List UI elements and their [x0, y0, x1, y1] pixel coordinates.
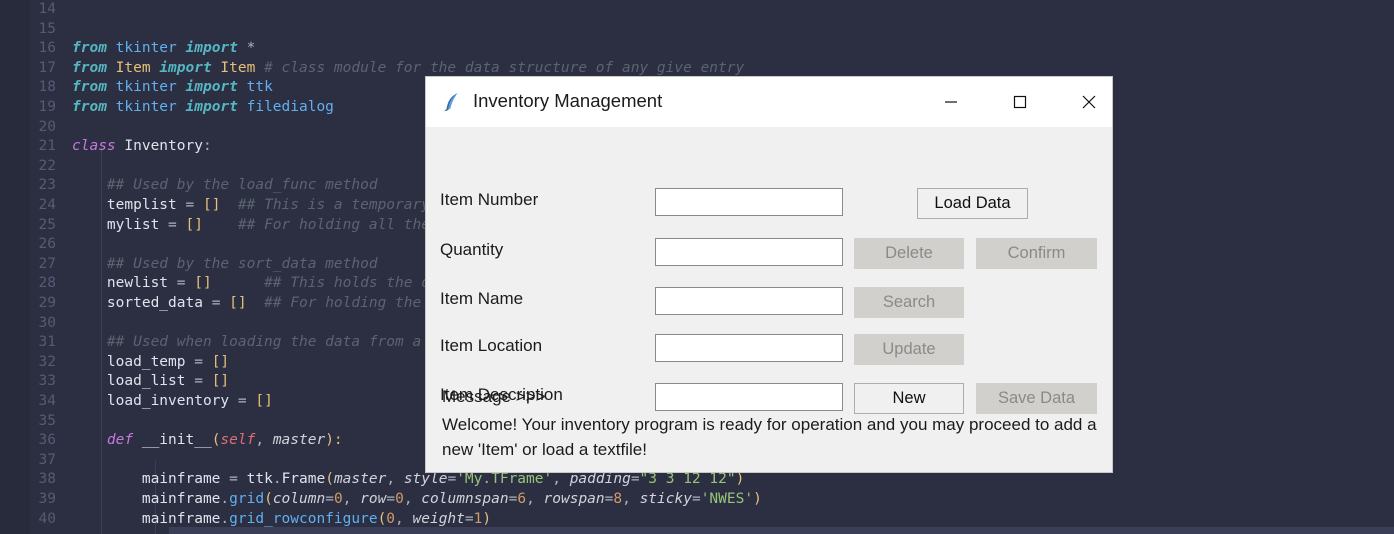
save-data-button: Save Data	[976, 383, 1097, 414]
line-number: 20	[38, 118, 56, 135]
line-number: 28	[38, 275, 56, 292]
line-number: 36	[38, 432, 56, 449]
line-number: 37	[38, 451, 56, 468]
minimize-button[interactable]	[928, 77, 974, 126]
input-item-name[interactable]	[655, 287, 843, 315]
tk-feather-icon	[441, 90, 465, 114]
close-button[interactable]	[1066, 77, 1112, 126]
input-item-number[interactable]	[655, 188, 843, 216]
line-number: 14	[38, 1, 56, 17]
line-number: 24	[38, 197, 56, 213]
line-source: mainframe = ttk.Frame(master, style='My.…	[141, 471, 745, 488]
line-number: 32	[38, 353, 56, 370]
line-source: from tkinter import *	[72, 40, 256, 57]
window-title: Inventory Management	[473, 90, 663, 111]
line-number: 23	[38, 177, 56, 194]
line-number: 30	[38, 314, 56, 331]
line-number: 40	[38, 510, 56, 527]
load-data-button[interactable]: Load Data	[917, 188, 1028, 219]
input-item-location[interactable]	[655, 334, 843, 362]
line-source: from tkinter import filedialog	[72, 99, 334, 115]
line-number: 34	[38, 393, 56, 409]
field-label-quantity: Quantity	[440, 240, 504, 259]
field-label-item-number: Item Number	[440, 190, 539, 209]
line-source: load_temp = []	[106, 353, 230, 370]
line-number: 26	[38, 236, 56, 253]
screen: 14 15 16 from tkinter import * 17 from Item i…	[0, 0, 1394, 534]
line-source: from tkinter import ttk	[72, 79, 273, 96]
horizontal-scrollbar[interactable]	[169, 527, 1394, 534]
line-source: ## Used by the sort_data method	[106, 255, 378, 272]
message-body-text: Welcome! Your inventory program is ready…	[442, 415, 1097, 459]
line-number: 19	[38, 99, 56, 115]
field-label-item-name: Item Name	[440, 289, 524, 308]
inventory-management-window[interactable]: Inventory Management Message >>> Welcome…	[425, 76, 1113, 473]
line-number: 31	[38, 334, 56, 351]
line-source: load_list = []	[106, 373, 230, 390]
line-source: class Inventory:	[72, 138, 212, 155]
update-button: Update	[854, 334, 964, 365]
line-number: 35	[38, 412, 56, 429]
field-label-item-description: Item Description	[440, 385, 563, 404]
line-number: 15	[38, 20, 56, 37]
line-number: 22	[38, 157, 56, 174]
line-number: 38	[38, 471, 56, 488]
line-number: 27	[38, 255, 56, 272]
line-source: mainframe.grid(column=0, row=0, columnsp…	[141, 491, 762, 507]
line-number: 29	[38, 295, 56, 311]
search-button: Search	[854, 287, 964, 318]
delete-button: Delete	[854, 238, 964, 269]
line-number: 18	[38, 79, 56, 96]
line-number: 21	[38, 138, 56, 155]
field-label-item-location: Item Location	[440, 336, 543, 355]
new-button[interactable]: New	[854, 383, 964, 414]
line-number: 33	[38, 373, 56, 390]
window-titlebar[interactable]: Inventory Management	[426, 77, 1112, 128]
confirm-button: Confirm	[976, 238, 1097, 269]
line-source: load_inventory = []	[106, 393, 273, 409]
input-quantity[interactable]	[655, 238, 843, 266]
maximize-button[interactable]	[997, 77, 1043, 126]
line-number: 16	[38, 40, 56, 57]
inventory-form[interactable]: Message >>> Welcome! Your inventory prog…	[426, 127, 1112, 472]
line-number: 25	[38, 216, 56, 233]
line-source: ## Used by the load_func method	[106, 177, 378, 194]
line-source: def __init__(self, master):	[106, 432, 343, 449]
line-number: 17	[38, 59, 56, 76]
input-item-description[interactable]	[655, 383, 843, 411]
line-number: 39	[38, 491, 56, 507]
